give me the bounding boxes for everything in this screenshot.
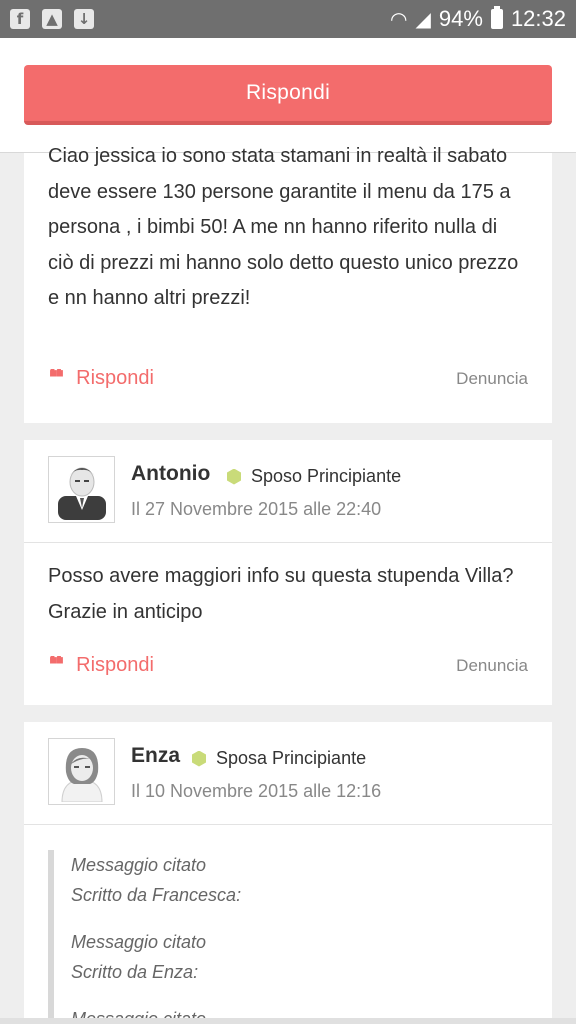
post-body: Ciao jessica io sono stata stamani in re… xyxy=(48,145,519,309)
author-role: Sposo Principiante xyxy=(227,466,401,487)
avatar[interactable] xyxy=(48,456,115,523)
clock: 12:32 xyxy=(510,6,566,31)
signal-icon: ◢ xyxy=(415,7,431,31)
post-body: Posso avere maggiori info su questa stup… xyxy=(48,565,514,623)
wifi-icon: ◠ xyxy=(390,7,408,31)
groom-avatar-icon xyxy=(57,467,106,520)
author-name[interactable]: Enza xyxy=(131,744,180,768)
post-card: Antonio Sposo Principiante Il 27 Novembr… xyxy=(24,440,552,705)
download-icon: ↓ xyxy=(74,9,94,29)
post-actions: ❝ Rispondi Denuncia xyxy=(48,654,528,677)
quote-author: Scritto da Enza: xyxy=(71,962,199,982)
bride-avatar-icon xyxy=(60,747,103,802)
author-name[interactable]: Antonio xyxy=(131,462,210,486)
role-label: Sposo Principiante xyxy=(251,466,402,486)
reply-button[interactable]: Rispondi xyxy=(24,65,552,125)
quoted-message: Messaggio citato Scritto da Francesca: M… xyxy=(48,850,528,1024)
post-date: Il 27 Novembre 2015 alle 22:40 xyxy=(131,499,382,519)
quote-author: Scritto da Francesca: xyxy=(71,885,242,905)
reply-link[interactable]: Rispondi xyxy=(76,654,154,677)
quote-item: Messaggio citato Scritto da Francesca: xyxy=(71,850,528,910)
post-card: Ciao jessica io sono stata stamani in re… xyxy=(24,145,552,423)
quote-item: Messaggio citato Scritto da Enza: xyxy=(71,927,528,987)
quote-icon: ❝ xyxy=(48,368,65,389)
avatar[interactable] xyxy=(48,738,115,805)
post-actions: ❝ Rispondi Denuncia xyxy=(48,367,528,390)
author-role: Sposa Principiante xyxy=(192,748,366,769)
post-card: Enza Sposa Principiante Il 10 Novembre 2… xyxy=(24,722,552,1024)
sticky-header: Rispondi xyxy=(0,38,576,153)
battery-percent: 94% xyxy=(438,6,483,31)
quote-icon: ❝ xyxy=(48,655,65,676)
report-link[interactable]: Denuncia xyxy=(456,369,528,389)
status-bar: f ▲ ↓ ◠ ◢ 94% 12:32 xyxy=(0,0,576,38)
quote-label: Messaggio citato xyxy=(71,932,207,952)
report-link[interactable]: Denuncia xyxy=(456,656,528,676)
bottom-edge xyxy=(0,1018,576,1024)
post-header: Antonio Sposo Principiante Il 27 Novembr… xyxy=(24,440,552,543)
post-date: Il 10 Novembre 2015 alle 12:16 xyxy=(131,781,382,801)
post-header: Enza Sposa Principiante Il 10 Novembre 2… xyxy=(24,722,552,825)
role-label: Sposa Principiante xyxy=(216,748,367,768)
level-badge-icon xyxy=(227,468,241,485)
facebook-icon: f xyxy=(10,9,30,29)
level-badge-icon xyxy=(192,750,206,767)
gallery-icon: ▲ xyxy=(42,9,62,29)
quote-label: Messaggio citato xyxy=(71,855,207,875)
reply-link[interactable]: Rispondi xyxy=(76,367,154,390)
battery-icon xyxy=(490,6,503,29)
